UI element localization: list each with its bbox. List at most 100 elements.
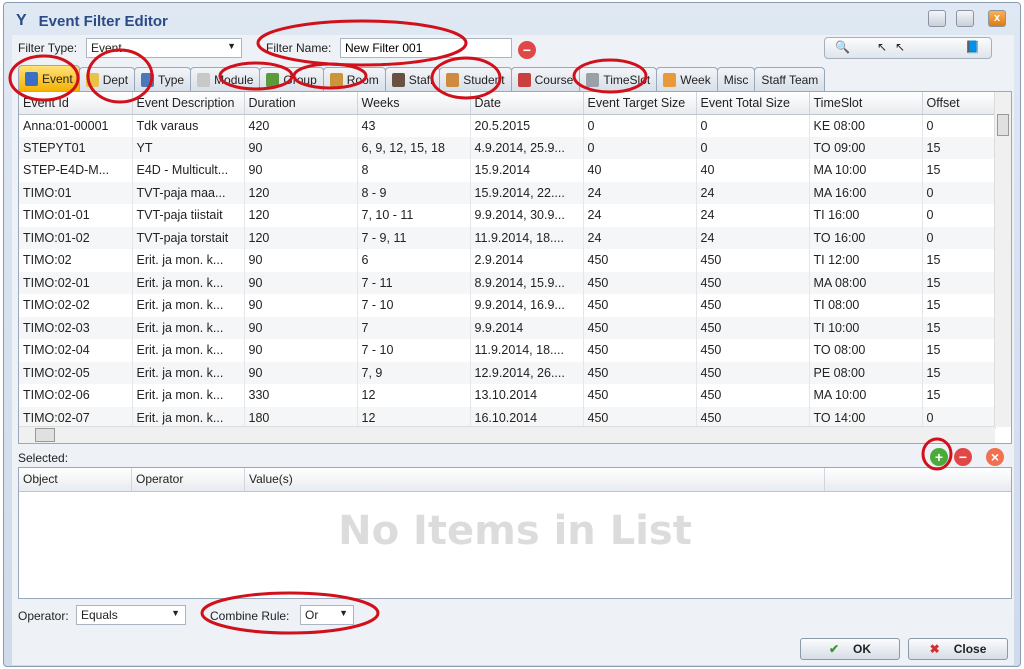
column-header[interactable]: TimeSlot — [809, 92, 923, 115]
column-header[interactable]: Weeks — [357, 92, 471, 115]
tab-misc[interactable]: Misc — [716, 67, 756, 91]
pointer-select-icon[interactable]: ↖ — [895, 40, 905, 54]
staff-icon — [391, 72, 405, 87]
tab-module[interactable]: Module — [190, 67, 261, 91]
table-cell: 450 — [583, 316, 697, 339]
table-cell: 120 — [244, 181, 358, 204]
ok-button[interactable]: ✔ OK — [800, 638, 900, 660]
column-header[interactable]: Event Description — [132, 92, 245, 115]
table-row[interactable]: TIMO:01-02 TVT-paja torstait 120 7 - 9, 11 1… — [19, 226, 996, 249]
x-icon: ✖ — [929, 642, 940, 656]
close-label: Close — [953, 642, 987, 656]
table-row[interactable]: TIMO:01-01 TVT-paja tiistait 120 7, 10 - 11… — [19, 204, 996, 227]
table-cell: 450 — [583, 271, 697, 294]
tab-week[interactable]: Week — [656, 67, 718, 91]
tab-timeslot[interactable]: TimeSlot — [579, 67, 658, 91]
table-row[interactable]: STEP-E4D-M... E4D - Multicult... 90 8 15.9.2… — [19, 159, 996, 182]
tab-type[interactable]: Type — [134, 67, 192, 91]
tab-staff[interactable]: Staff — [384, 67, 441, 91]
column-header[interactable]: Event Total Size — [696, 92, 810, 115]
column-header[interactable]: Date — [470, 92, 584, 115]
table-cell: TIMO:02-02 — [19, 294, 133, 317]
table-row[interactable]: TIMO:02-04 Erit. ja mon. k... 90 7 - 10 11.9… — [19, 339, 996, 362]
tab-student[interactable]: Student — [439, 67, 512, 91]
tab-label: Staff Team — [761, 72, 819, 87]
column-header[interactable]: Duration — [244, 92, 358, 115]
table-cell: 13.10.2014 — [470, 384, 584, 407]
table-row[interactable]: Anna:01-00001 Tdk varaus 420 43 20.5.2015 0 0 K… — [19, 114, 996, 137]
horizontal-scrollbar[interactable] — [19, 426, 995, 443]
remove-criteria-icon[interactable]: − — [954, 448, 972, 466]
table-cell: 450 — [696, 249, 810, 272]
table-row[interactable]: TIMO:02-02 Erit. ja mon. k... 90 7 - 10 9.9.… — [19, 294, 996, 317]
table-cell: 90 — [244, 136, 358, 159]
table-cell: 7 - 10 — [357, 294, 471, 317]
tab-label: Dept — [102, 72, 129, 87]
table-cell: MA 16:00 — [809, 181, 923, 204]
column-header[interactable]: Event Target Size — [583, 92, 697, 115]
operator-select[interactable]: Equals ▼ — [76, 605, 186, 625]
table-row[interactable]: TIMO:02-01 Erit. ja mon. k... 90 7 - 11 8.9.… — [19, 271, 996, 294]
minimize-button[interactable] — [928, 10, 946, 27]
table-cell: TI 10:00 — [809, 316, 923, 339]
title-bar: Y Event Filter Editor — [16, 9, 168, 33]
table-cell: 24 — [696, 204, 810, 227]
table-cell: 7, 9 — [357, 361, 471, 384]
tab-label: Misc — [723, 72, 749, 87]
tool-panel: 🔍 ↖ ↖ 📘 — [824, 37, 992, 59]
table-cell: 90 — [244, 294, 358, 317]
add-criteria-icon[interactable]: + — [930, 448, 948, 466]
chevron-down-icon: ▼ — [227, 41, 236, 51]
table-cell: PE 08:00 — [809, 361, 923, 384]
table-cell: 90 — [244, 271, 358, 294]
table-cell: 12 — [357, 384, 471, 407]
table-cell: Tdk varaus — [132, 114, 245, 137]
window-title: Event Filter Editor — [38, 12, 168, 30]
vertical-scrollbar[interactable] — [994, 92, 1011, 427]
table-cell: 0 — [922, 204, 996, 227]
table-cell: 6 — [357, 249, 471, 272]
table-cell: 15 — [922, 159, 996, 182]
table-cell: 15 — [922, 339, 996, 362]
clear-name-icon[interactable]: − — [518, 41, 536, 59]
tab-room[interactable]: Room — [322, 67, 386, 91]
combine-rule-select[interactable]: Or ▼ — [300, 605, 354, 625]
tab-course[interactable]: Course — [510, 67, 581, 91]
search-icon[interactable]: 🔍 — [835, 40, 850, 54]
clear-criteria-icon[interactable]: × — [986, 448, 1004, 466]
col-object: Object — [19, 468, 132, 491]
table-cell: 450 — [583, 361, 697, 384]
table-cell: 20.5.2015 — [470, 114, 584, 137]
table-cell: Erit. ja mon. k... — [132, 316, 245, 339]
table-row[interactable]: STEPYT01 YT 90 6, 9, 12, 15, 18 4.9.2014, 25… — [19, 136, 996, 159]
table-cell: Erit. ja mon. k... — [132, 339, 245, 362]
column-header[interactable]: Offset — [922, 92, 996, 115]
table-cell: 15 — [922, 361, 996, 384]
table-cell: TVT-paja maa... — [132, 181, 245, 204]
table-row[interactable]: TIMO:02-06 Erit. ja mon. k... 330 12 13.10.2… — [19, 384, 996, 407]
close-button[interactable]: ✖ Close — [908, 638, 1008, 660]
tab-dept[interactable]: Dept — [78, 67, 136, 91]
maximize-button[interactable] — [956, 10, 974, 27]
filter-name-input[interactable] — [340, 38, 512, 58]
table-row[interactable]: TIMO:02-05 Erit. ja mon. k... 90 7, 9 12.9.2… — [19, 361, 996, 384]
close-window-button[interactable]: x — [988, 10, 1006, 27]
table-row[interactable]: TIMO:01 TVT-paja maa... 120 8 - 9 15.9.2014,… — [19, 181, 996, 204]
table-row[interactable]: TIMO:02-03 Erit. ja mon. k... 90 7 9.9.2014 4… — [19, 316, 996, 339]
tab-staff-team[interactable]: Staff Team — [754, 67, 826, 91]
type-icon — [141, 72, 155, 87]
tab-event[interactable]: Event — [18, 65, 80, 91]
table-cell: 11.9.2014, 18.... — [470, 339, 584, 362]
empty-list-message: No Items in List — [338, 508, 692, 554]
tab-group[interactable]: Group — [259, 67, 324, 91]
col-operator: Operator — [132, 468, 245, 491]
table-cell: TI 08:00 — [809, 294, 923, 317]
filter-type-select[interactable]: Event ▼ — [86, 38, 242, 58]
pointer-icon[interactable]: ↖ — [877, 40, 887, 54]
table-cell: 0 — [922, 181, 996, 204]
table-row[interactable]: TIMO:02 Erit. ja mon. k... 90 6 2.9.2014 450 4… — [19, 249, 996, 272]
book-icon[interactable]: 📘 — [965, 40, 980, 54]
selected-label: Selected: — [18, 451, 69, 465]
table-cell: 450 — [583, 339, 697, 362]
column-header[interactable]: Event Id — [19, 92, 133, 115]
